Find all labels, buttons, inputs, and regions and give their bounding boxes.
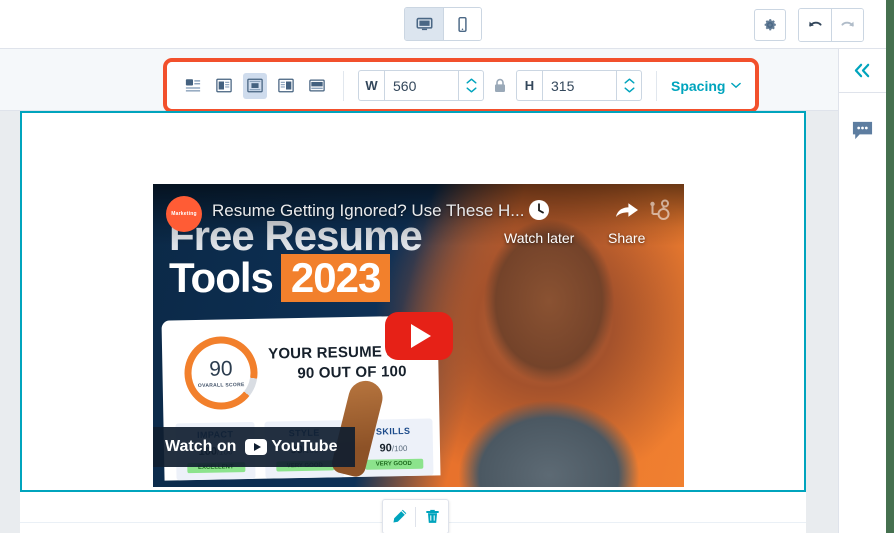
desktop-icon xyxy=(416,17,432,30)
comments-panel-button[interactable] xyxy=(839,105,886,157)
watch-on-youtube-button[interactable]: Watch on YouTube xyxy=(153,427,356,467)
trash-icon xyxy=(425,509,439,523)
undo-arrow-icon xyxy=(808,21,822,26)
full-width-button[interactable] xyxy=(305,73,329,99)
width-field-group: W xyxy=(358,70,484,101)
chevron-down-icon xyxy=(731,82,742,89)
chevron-down-icon xyxy=(465,87,477,93)
share-arrow-icon xyxy=(615,203,638,217)
thumbnail-hero-year: 2023 xyxy=(280,254,391,302)
undo-button[interactable] xyxy=(799,9,831,41)
collapse-sidebar-button[interactable] xyxy=(839,49,886,93)
undo-redo-group xyxy=(798,8,864,42)
channel-avatar[interactable]: Marketing xyxy=(166,196,202,232)
lock-aspect-ratio-button[interactable] xyxy=(493,78,507,94)
redo-arrow-icon xyxy=(841,21,854,26)
youtube-wordmark: YouTube xyxy=(271,438,338,455)
toolbar-highlight-ring: W H xyxy=(163,58,760,113)
device-preview-toggle[interactable] xyxy=(404,7,482,41)
youtube-play-icon xyxy=(410,323,431,348)
module-action-bar xyxy=(382,499,449,533)
youtube-video-embed[interactable]: Free Resume Tools 2023 90 OVARALL SCORE xyxy=(153,184,684,487)
alignment-button-group xyxy=(181,72,329,99)
align-right-icon xyxy=(278,78,294,93)
width-label: W xyxy=(358,70,384,101)
thumbnail-hero-tools: Tools xyxy=(169,254,274,301)
spacing-dropdown-button[interactable]: Spacing xyxy=(671,77,742,94)
align-left-button[interactable] xyxy=(212,73,236,99)
edit-module-button[interactable] xyxy=(383,500,415,533)
align-left-icon xyxy=(216,78,232,93)
width-stepper[interactable] xyxy=(458,70,484,101)
right-sidebar xyxy=(838,49,886,533)
align-right-button[interactable] xyxy=(274,73,298,99)
share-label: Share xyxy=(608,230,646,246)
wrap-left-icon xyxy=(185,79,201,92)
watch-later-label: Watch later xyxy=(504,230,575,246)
height-stepper[interactable] xyxy=(616,70,642,101)
height-label: H xyxy=(516,70,542,101)
clock-icon xyxy=(529,200,550,220)
hubspot-sprocket-icon xyxy=(646,197,672,228)
redo-button[interactable] xyxy=(831,9,863,41)
gauge-value: 90 xyxy=(209,356,233,381)
youtube-play-mark-icon xyxy=(245,439,268,455)
email-canvas: Free Resume Tools 2023 90 OVARALL SCORE xyxy=(0,111,846,533)
youtube-logo: YouTube xyxy=(245,438,337,456)
mobile-preview-button[interactable] xyxy=(443,8,481,40)
align-center-icon xyxy=(247,78,263,93)
gauge-inner: 90 OVARALL SCORE xyxy=(190,342,252,404)
play-button[interactable] xyxy=(384,311,453,360)
wrap-left-button[interactable] xyxy=(181,73,205,99)
selected-video-module[interactable]: Free Resume Tools 2023 90 OVARALL SCORE xyxy=(20,111,806,492)
spacing-label: Spacing xyxy=(671,77,726,94)
overall-score-gauge: 90 OVARALL SCORE xyxy=(183,335,259,411)
chevron-up-icon xyxy=(623,78,635,84)
delete-module-button[interactable] xyxy=(416,500,448,533)
gauge-label: OVARALL SCORE xyxy=(197,381,245,389)
width-input[interactable] xyxy=(384,70,458,101)
email-editor-app: W H xyxy=(0,0,894,533)
metric-max: /100 xyxy=(391,443,408,454)
height-field-group: H xyxy=(516,70,642,101)
video-title[interactable]: Resume Getting Ignored? Use These H... xyxy=(212,201,542,221)
pencil-icon xyxy=(392,509,406,523)
gear-icon xyxy=(764,19,776,31)
window-edge-strip xyxy=(886,0,894,533)
comment-bubble-icon xyxy=(852,121,873,140)
full-width-icon xyxy=(309,79,325,92)
lock-icon xyxy=(495,78,505,92)
metric-badge: VERY GOOD xyxy=(364,458,423,470)
metric-score: 90 xyxy=(379,442,392,455)
align-center-button[interactable] xyxy=(243,72,267,99)
watch-on-label: Watch on xyxy=(165,438,237,455)
height-input[interactable] xyxy=(542,70,616,101)
desktop-preview-button[interactable] xyxy=(405,8,443,40)
toolbar-divider-2 xyxy=(656,70,657,101)
mobile-icon xyxy=(458,16,467,32)
channel-avatar-label: Marketing xyxy=(171,211,197,217)
top-toolbar-actions xyxy=(754,8,864,42)
chevron-down-icon xyxy=(623,87,635,93)
image-settings-toolbar: W H xyxy=(167,62,756,109)
top-toolbar xyxy=(0,0,886,49)
chevron-up-icon xyxy=(465,78,477,84)
thumbnail-hero-line-2: Tools 2023 xyxy=(169,254,391,302)
share-action[interactable]: Share xyxy=(608,198,645,246)
score-headline-line-2: 90 OUT OF 100 xyxy=(297,363,407,383)
toolbar-divider-1 xyxy=(343,70,344,101)
watch-later-action[interactable]: Watch later xyxy=(504,198,574,246)
double-chevron-left-icon xyxy=(854,63,870,78)
settings-button[interactable] xyxy=(754,9,786,41)
